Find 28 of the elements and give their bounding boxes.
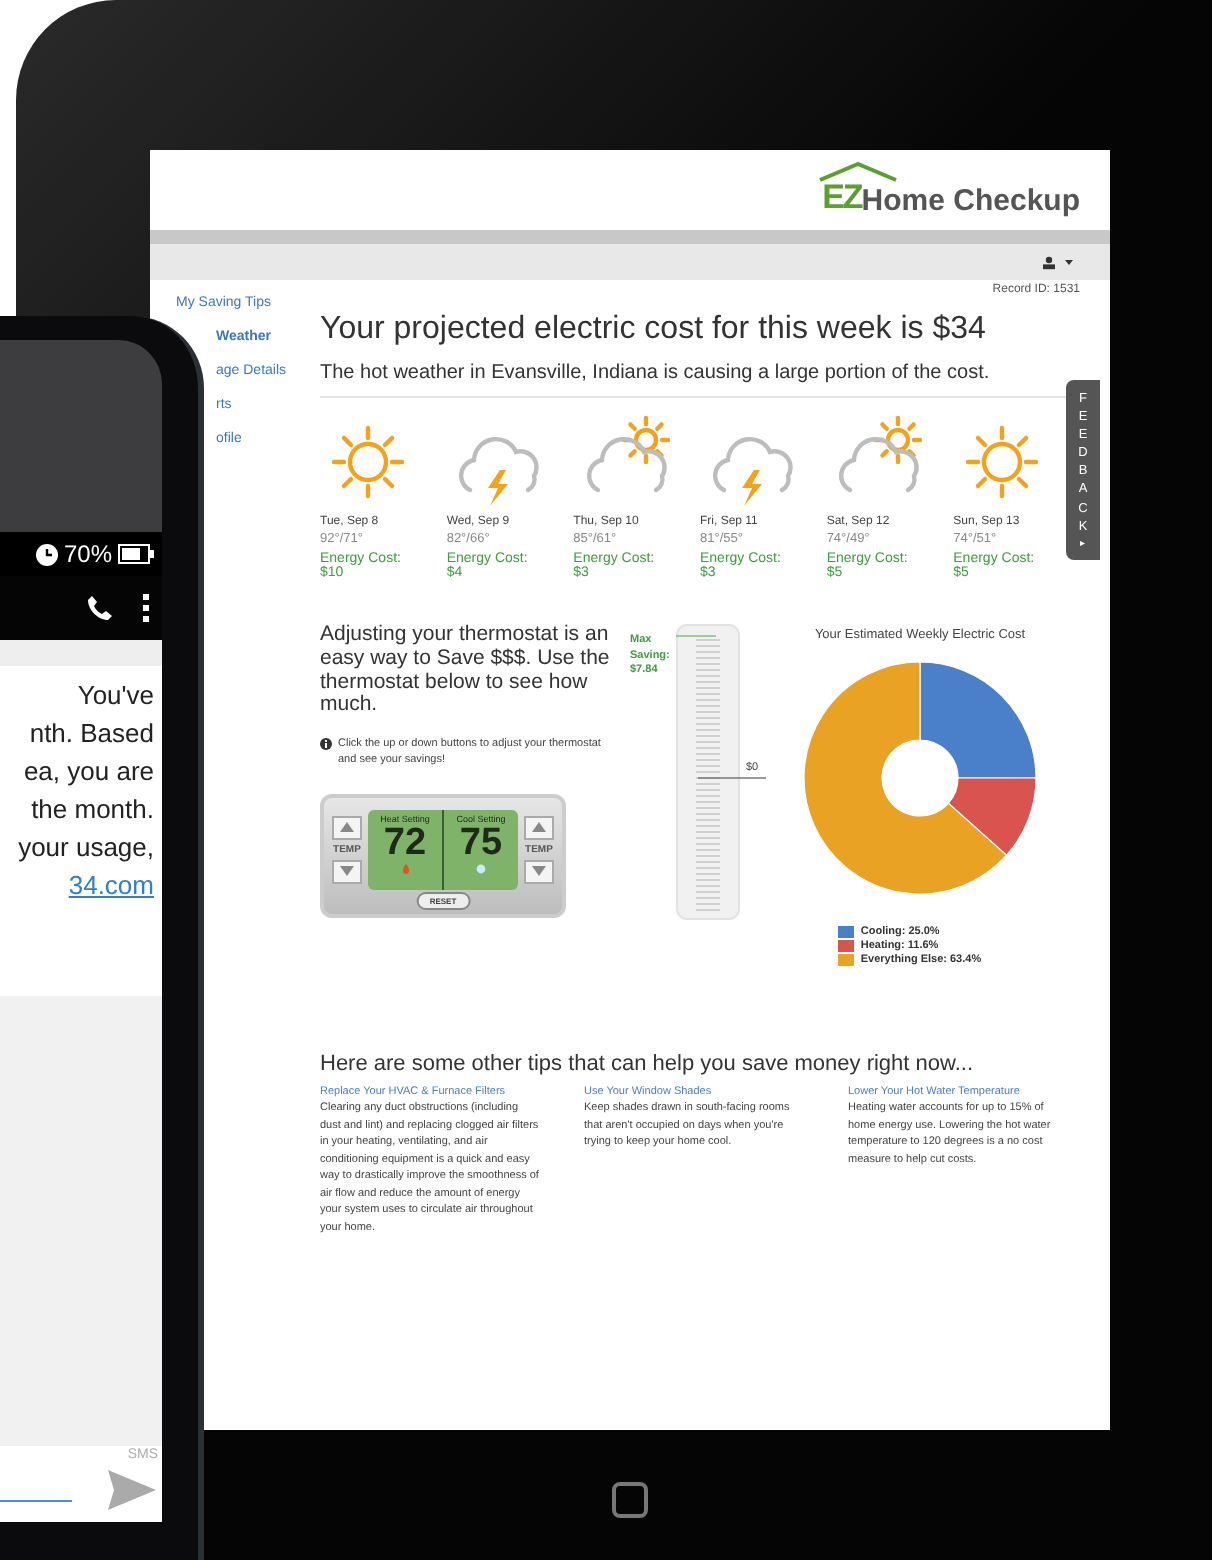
up-arrow-icon (340, 822, 354, 833)
page-title: Your projected electric cost for this week is $34 (320, 312, 988, 348)
heat-setting-value: 72 (383, 823, 427, 864)
caret-icon[interactable] (1064, 258, 1074, 266)
message-link[interactable]: 34.com (68, 870, 154, 900)
flame-icon (401, 863, 409, 874)
home-button[interactable] (612, 1482, 648, 1518)
send-icon[interactable] (108, 1470, 156, 1510)
temp-up-button[interactable] (332, 815, 362, 840)
tips-heading: Here are some other tips that can help you save money right now... (320, 1052, 976, 1076)
logo: EZHome Checkup (822, 162, 1080, 218)
thermostat-intro: Adjusting your thermostat is an easy way to Save $$$. Use the thermostat below to see how much. (320, 624, 610, 718)
temp-up-button[interactable] (524, 815, 554, 840)
clock-icon (35, 543, 58, 565)
battery-icon (118, 544, 154, 564)
info-icon (320, 738, 332, 750)
temp-down-button[interactable] (332, 859, 362, 884)
message-text: You've nth. Based ea, you are the month. your usage, 34.com (16, 678, 154, 904)
roof-icon (818, 162, 899, 182)
up-arrow-icon (532, 822, 546, 833)
down-arrow-icon (532, 866, 546, 877)
cool-setting-value: 75 (459, 823, 503, 864)
user-icon (1042, 255, 1056, 269)
battery-percent: 70% (63, 540, 112, 568)
temp-down-button[interactable] (524, 859, 554, 884)
more-menu-icon[interactable] (142, 594, 150, 622)
phone-call-icon[interactable] (86, 594, 114, 622)
down-arrow-icon (340, 866, 354, 877)
